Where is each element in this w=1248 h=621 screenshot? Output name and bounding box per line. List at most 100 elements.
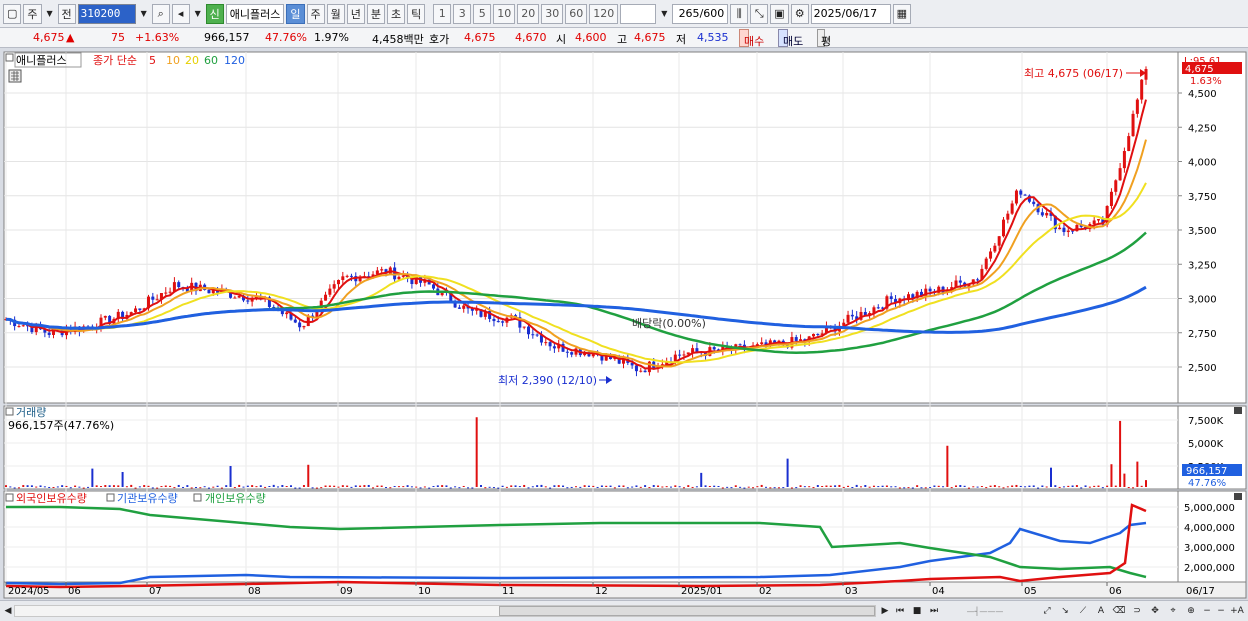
speaker-icon[interactable]: ◂ <box>171 3 190 24</box>
candle-body <box>527 326 530 335</box>
speaker-dropdown-icon[interactable]: ▼ <box>192 4 204 24</box>
tab-month-label: 월 <box>330 7 341 21</box>
volume-bar <box>864 485 867 487</box>
eraser-icon[interactable]: ⌫ <box>1112 603 1126 619</box>
scroll-left-icon[interactable]: ◀ <box>1 603 15 619</box>
code-dropdown-icon[interactable]: ▼ <box>138 4 150 24</box>
volume-bar <box>937 485 940 487</box>
zoom-in-icon[interactable]: ⊕ <box>1184 603 1198 619</box>
text-tool-icon[interactable]: A <box>1094 603 1108 619</box>
minute-60[interactable]: 60 <box>565 3 588 24</box>
volume-bar <box>626 487 629 489</box>
chart-area[interactable]: 4,500 4,250 4,000 3,750 3,500 3,250 3,000 2,750… <box>0 50 1248 600</box>
volume-bar <box>121 472 124 487</box>
search-icon[interactable]: ⌕ <box>151 3 170 24</box>
minute-20[interactable]: 20 <box>517 3 540 24</box>
crosshair-icon[interactable]: ⌖ <box>1166 603 1180 619</box>
tab-second[interactable]: 초 <box>387 3 406 24</box>
save-icon[interactable]: ▣ <box>770 3 789 24</box>
volume-bar <box>48 486 51 488</box>
tab-minute[interactable]: 분 <box>366 3 386 24</box>
gear-icon[interactable]: ⚙ <box>790 3 809 24</box>
volume-bar <box>143 485 146 487</box>
legend-stock-name: 애니플러스 <box>16 54 67 67</box>
volume-bar <box>890 486 893 488</box>
minute-120[interactable]: 120 <box>589 3 619 24</box>
chevron-down-icon[interactable]: ▼ <box>44 4 56 24</box>
minute-10[interactable]: 10 <box>493 3 516 24</box>
volume-bar <box>687 485 690 487</box>
zoom-slider[interactable]: —┤——— <box>950 603 1020 619</box>
font-shrink-icon[interactable]: − <box>1214 603 1228 619</box>
period-select[interactable]: 주 <box>23 3 42 24</box>
volume-bar <box>1002 487 1005 489</box>
forward-icon[interactable]: ⏭ <box>927 603 941 619</box>
scrollbar[interactable] <box>14 605 876 617</box>
font-grow-icon[interactable]: +A <box>1230 603 1244 619</box>
candle-body <box>1135 99 1139 114</box>
stock-code-input[interactable] <box>77 3 136 24</box>
tools-icon[interactable]: ⤡ <box>750 3 769 24</box>
holding-panel-close-icon[interactable] <box>1234 493 1242 500</box>
volume-bar <box>177 484 180 487</box>
minute-1[interactable]: 1 <box>433 3 452 24</box>
current-price-tag: 4,675 <box>1185 64 1214 75</box>
custom-select[interactable] <box>620 3 657 24</box>
tab-year[interactable]: 년 <box>346 3 365 24</box>
volume-bar <box>868 486 871 488</box>
volume-bar <box>644 485 647 487</box>
volume-bar <box>721 487 724 489</box>
draw-tool-icon[interactable]: ↘ <box>1058 603 1072 619</box>
volume-bar <box>290 485 292 487</box>
magnet-icon[interactable]: ⊃ <box>1130 603 1144 619</box>
minute-30[interactable]: 30 <box>541 3 564 24</box>
volume-bar <box>916 485 919 487</box>
zoom-out-icon[interactable]: − <box>1200 603 1214 619</box>
tab-week[interactable]: 주 <box>306 3 325 24</box>
eval-button[interactable]: 평 <box>817 29 831 48</box>
prev-button[interactable]: 전 <box>57 3 76 24</box>
candle-icon[interactable]: ⫼ <box>730 3 749 24</box>
zoom-reset-icon[interactable]: ⤢ <box>1040 603 1054 619</box>
volume-bar <box>195 487 197 489</box>
volume-bar <box>441 485 444 487</box>
x-tick-label: 06 <box>68 586 81 597</box>
custom-dropdown-icon[interactable]: ▼ <box>658 4 670 24</box>
scrollbar-thumb[interactable] <box>499 606 875 616</box>
new-tag[interactable]: 신 <box>205 3 224 24</box>
volume-bar <box>959 485 962 487</box>
volume-bar <box>523 484 526 487</box>
volume-bar <box>458 487 461 489</box>
date-input[interactable]: 2025/06/17 <box>810 3 891 24</box>
fib-tool-icon[interactable]: ⟋ <box>1076 603 1090 619</box>
tab-month[interactable]: 월 <box>326 3 345 24</box>
buy-button[interactable]: 매수 <box>739 29 764 48</box>
volume-bar <box>924 487 927 489</box>
volume-bar <box>492 487 495 489</box>
tab-day[interactable]: 일 <box>286 3 305 24</box>
volume-bar <box>82 487 85 489</box>
candle-body <box>1058 227 1062 230</box>
volume-bar <box>860 486 862 488</box>
holding-legend-handle-2 <box>106 493 115 502</box>
volume-bar <box>61 485 64 487</box>
sell-button[interactable]: 매도 <box>778 29 803 48</box>
minute-3[interactable]: 3 <box>453 3 472 24</box>
data-count[interactable]: 265/600 <box>672 3 729 24</box>
layout-icon[interactable]: ▢ <box>3 3 22 24</box>
tab-tick[interactable]: 틱 <box>407 3 426 24</box>
stop-icon[interactable]: ■ <box>910 603 924 619</box>
calendar-icon[interactable]: ▦ <box>892 3 912 24</box>
volume-bar <box>1050 467 1052 487</box>
minute-5[interactable]: 5 <box>473 3 492 24</box>
x-tick-label: 05 <box>1024 586 1037 597</box>
rewind-icon[interactable]: ⏮ <box>893 603 907 619</box>
volume-panel-close-icon[interactable] <box>1234 407 1242 414</box>
scroll-right-icon[interactable]: ▶ <box>878 603 892 619</box>
candle-body <box>816 333 820 335</box>
volume-bar <box>108 485 111 487</box>
pan-icon[interactable]: ✥ <box>1148 603 1162 619</box>
legend-ma-5: 5 <box>149 54 156 67</box>
volume-bar <box>501 485 504 487</box>
volume-bar <box>488 486 491 488</box>
